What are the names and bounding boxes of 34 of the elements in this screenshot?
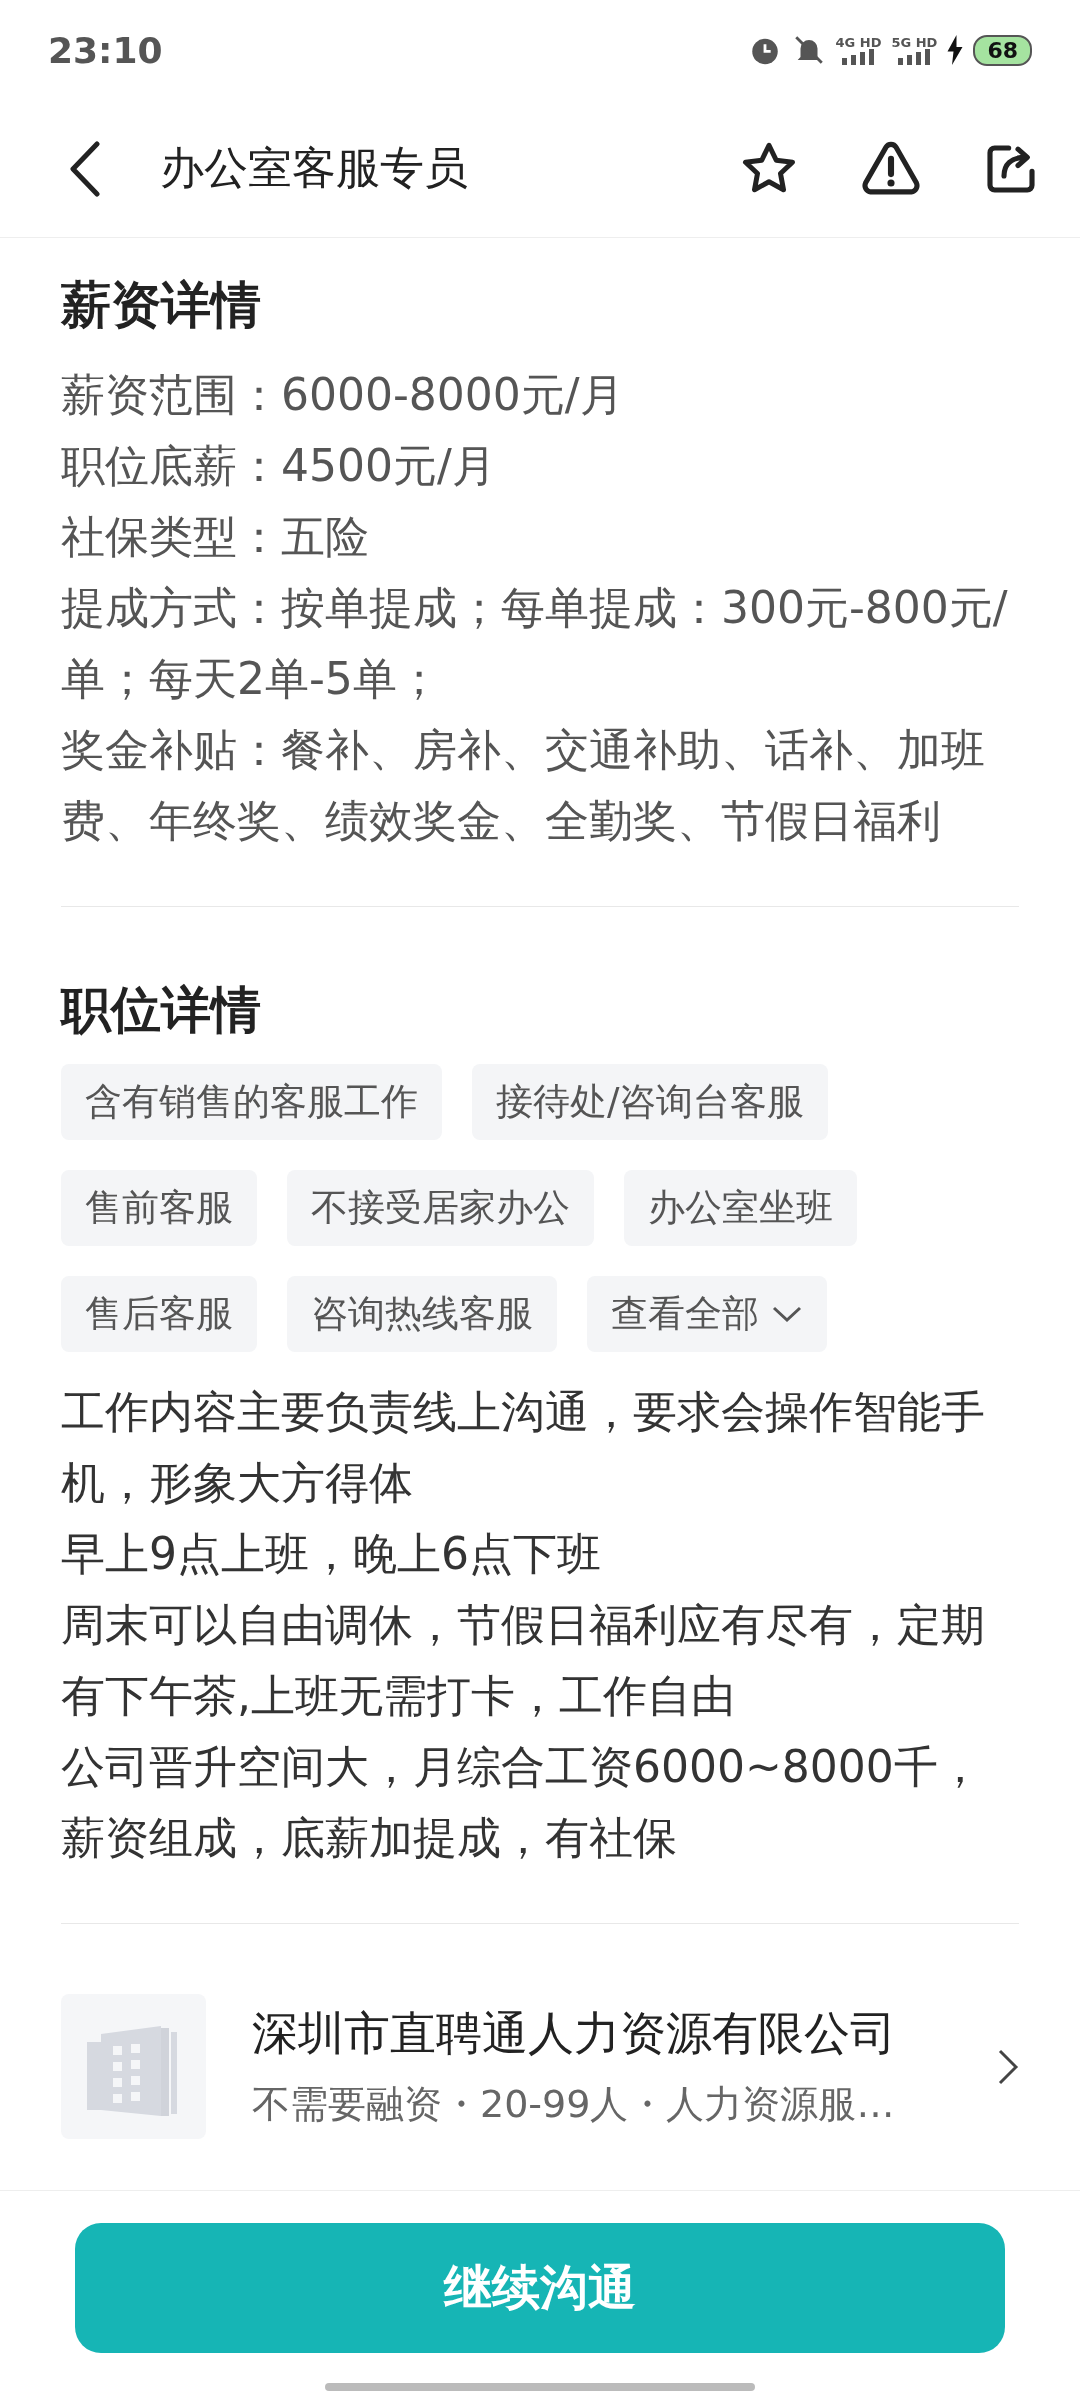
job-tag: 不接受居家办公	[287, 1170, 594, 1246]
section-title: 职位详情	[61, 980, 262, 1041]
battery-level: 68	[973, 34, 1032, 66]
company-logo-icon	[61, 1994, 206, 2139]
chevron-right-icon[interactable]	[997, 2047, 1019, 2086]
signal-icon	[840, 48, 877, 65]
view-all-button[interactable]: 查看全部	[587, 1276, 827, 1352]
job-description: 工作内容主要负责线上沟通，要求会操作智能手机，形象大方得体	[61, 1385, 986, 1510]
company-name[interactable]: 深圳市直聘通人力资源有限公司	[252, 2003, 951, 2065]
job-tag: 含有销售的客服工作	[61, 1064, 442, 1140]
job-description: 公司晋升空间大，月综合工资6000~8000千，薪资组成，底薪加提成，有社保	[61, 1740, 983, 1865]
signal-icon	[896, 48, 933, 65]
status-time: 23:10	[48, 29, 163, 71]
salary-detail: 薪资范围：6000-8000元/月	[61, 368, 625, 422]
salary-detail: 奖金补贴：餐补、房补、交通补助、话补、加班费、年终奖、绩效奖金、全勤奖、节假日福利	[61, 723, 986, 848]
chevron-down-icon	[771, 1304, 803, 1324]
job-tag: 售后客服	[61, 1276, 257, 1352]
company-info: 不需要融资・20-99人・人力资源服…	[252, 2081, 896, 2128]
job-description: 早上9点上班，晚上6点下班	[61, 1527, 602, 1581]
salary-detail: 职位底薪：4500元/月	[61, 439, 497, 493]
charging-icon	[947, 35, 964, 65]
job-tag: 办公室坐班	[624, 1170, 857, 1246]
salary-detail: 提成方式：按单提成；每单提成：300元-800元/单；每天2单-5单；	[61, 581, 1009, 706]
section-title: 薪资详情	[61, 275, 262, 336]
job-tag: 售前客服	[61, 1170, 257, 1246]
network-label: 4G HD	[835, 35, 882, 49]
job-description: 周末可以自由调休，节假日福利应有尽有，定期有下午茶,上班无需打卡，工作自由	[61, 1598, 986, 1723]
warning-icon[interactable]	[860, 140, 922, 197]
page-title: 办公室客服专员	[160, 141, 469, 195]
network-label: 5G HD	[891, 35, 938, 49]
job-tag: 接待处/咨询台客服	[472, 1064, 829, 1140]
job-tag: 咨询热线客服	[287, 1276, 557, 1352]
salary-detail: 社保类型：五险	[61, 510, 370, 564]
back-icon[interactable]	[70, 140, 100, 197]
